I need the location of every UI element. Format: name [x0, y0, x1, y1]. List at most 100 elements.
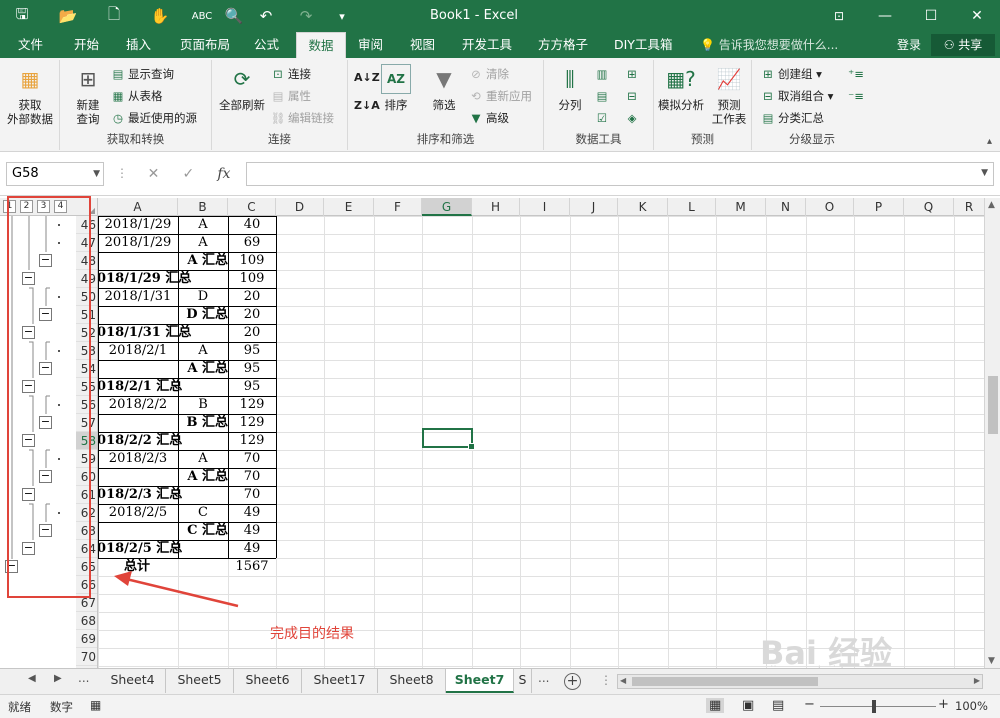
maximize-button[interactable]: ☐: [908, 0, 954, 32]
formula-bar-splitter-icon[interactable]: ⋮: [116, 166, 128, 180]
tab-developer[interactable]: 开发工具: [458, 32, 516, 58]
cell-c53[interactable]: 95: [230, 342, 274, 360]
horizontal-scrollbar[interactable]: ◀ ▶: [617, 674, 983, 689]
new-query-button[interactable]: ⊞ 新建 查询: [64, 64, 112, 126]
cell-a65[interactable]: 总计: [124, 558, 184, 576]
worksheet-grid[interactable]: 2018/1/29 A 40 2018/1/29 A 69 A 汇总 109 2018/1/29…: [98, 216, 984, 668]
collapse-ribbon-icon[interactable]: ▴: [987, 136, 992, 147]
properties-button[interactable]: ▤ 属性: [270, 86, 311, 106]
column-header-m[interactable]: M: [716, 198, 766, 216]
cell-a53[interactable]: 2018/2/1: [100, 342, 176, 360]
show-detail-icon[interactable]: ⁺≡: [848, 64, 866, 84]
column-header-d[interactable]: D: [276, 198, 324, 216]
column-header-i[interactable]: I: [520, 198, 570, 216]
cell-b46[interactable]: A: [180, 216, 226, 234]
cell-b56[interactable]: B: [180, 396, 226, 414]
insert-function-icon[interactable]: fx: [217, 166, 230, 182]
advanced-filter-button[interactable]: ▼ 高级: [468, 108, 509, 128]
share-button[interactable]: ⚇ 共享: [931, 34, 995, 56]
cell-c49[interactable]: 109: [230, 270, 274, 288]
name-box[interactable]: G58 ▼: [6, 162, 104, 186]
cell-a64[interactable]: 2018/2/5 汇总: [98, 540, 228, 558]
cell-a59[interactable]: 2018/2/3: [100, 450, 176, 468]
horizontal-scroll-thumb[interactable]: [632, 677, 818, 686]
cell-c63[interactable]: 49: [230, 522, 274, 540]
cell-b60[interactable]: A 汇总: [118, 468, 228, 486]
flash-fill-icon[interactable]: ▥: [594, 64, 612, 84]
enter-icon[interactable]: ✓: [182, 166, 194, 182]
zoom-level[interactable]: 100%: [955, 699, 988, 713]
sheet-tab-truncated[interactable]: S: [514, 669, 532, 693]
text-to-columns-button[interactable]: ⫼ 分列: [550, 64, 590, 112]
cell-b47[interactable]: A: [180, 234, 226, 252]
consolidate-icon[interactable]: ⊞: [624, 64, 642, 84]
cell-c59[interactable]: 70: [230, 450, 274, 468]
scroll-right-icon[interactable]: ▶: [974, 676, 980, 685]
cell-c57[interactable]: 129: [230, 414, 274, 432]
vertical-scrollbar[interactable]: ▲ ▼: [984, 198, 1000, 668]
cell-c62[interactable]: 49: [230, 504, 274, 522]
cell-b50[interactable]: D: [180, 288, 226, 306]
more-sheets-icon[interactable]: ...: [78, 671, 89, 685]
refresh-all-button[interactable]: ⟳ 全部刷新: [216, 64, 268, 112]
cell-a50[interactable]: 2018/1/31: [100, 288, 176, 306]
macro-record-icon[interactable]: ▦: [90, 698, 101, 712]
zoom-slider[interactable]: [820, 706, 936, 707]
connections-button[interactable]: ⊡ 连接: [270, 64, 311, 84]
remove-duplicates-icon[interactable]: ▤: [594, 86, 612, 106]
scroll-down-icon[interactable]: ▼: [988, 656, 995, 666]
tab-formulas[interactable]: 公式: [250, 32, 283, 58]
cell-a49[interactable]: 2018/1/29 汇总: [98, 270, 228, 288]
expand-formula-icon[interactable]: ▼: [981, 168, 988, 178]
normal-view-icon[interactable]: ▦: [706, 698, 725, 713]
tab-file[interactable]: 文件: [14, 32, 47, 58]
what-if-button[interactable]: ▦? 模拟分析: [656, 64, 706, 112]
sheet-tab-sheet5[interactable]: Sheet5: [166, 669, 234, 693]
cell-c48[interactable]: 109: [230, 252, 274, 270]
selected-cell-g58[interactable]: [422, 428, 475, 450]
cell-a47[interactable]: 2018/1/29: [100, 234, 176, 252]
data-model-icon[interactable]: ◈: [624, 108, 642, 128]
cell-a46[interactable]: 2018/1/29: [100, 216, 176, 234]
cell-c47[interactable]: 69: [230, 234, 274, 252]
login-link[interactable]: 登录: [897, 32, 921, 58]
more-sheets-right-icon[interactable]: ...: [538, 671, 549, 685]
zoom-out-icon[interactable]: −: [804, 697, 815, 712]
recent-sources-button[interactable]: ◷ 最近使用的源: [110, 108, 197, 128]
tab-page-layout[interactable]: 页面布局: [176, 32, 234, 58]
column-header-l[interactable]: L: [668, 198, 716, 216]
scroll-left-icon[interactable]: ◀: [620, 676, 626, 685]
page-break-view-icon[interactable]: ▤: [772, 698, 784, 713]
cell-b57[interactable]: B 汇总: [118, 414, 228, 432]
prev-sheet-icon[interactable]: ◀: [28, 673, 36, 684]
cell-b48[interactable]: A 汇总: [118, 252, 228, 270]
filter-button[interactable]: ▼ 筛选: [426, 64, 462, 112]
cell-b62[interactable]: C: [180, 504, 226, 522]
cell-a52[interactable]: 2018/1/31 汇总: [98, 324, 228, 342]
tab-home[interactable]: 开始: [70, 32, 103, 58]
tab-splitter-icon[interactable]: ⋮: [600, 673, 612, 687]
relationships-icon[interactable]: ⊟: [624, 86, 642, 106]
ungroup-button[interactable]: ⊟ 取消组合 ▾: [760, 86, 833, 106]
cell-c64[interactable]: 49: [230, 540, 274, 558]
column-header-p[interactable]: P: [854, 198, 904, 216]
cell-a55[interactable]: 2018/2/1 汇总: [98, 378, 228, 396]
column-header-h[interactable]: H: [472, 198, 520, 216]
column-header-j[interactable]: J: [570, 198, 618, 216]
customize-qat-icon[interactable]: ▾: [328, 0, 356, 32]
vertical-scroll-thumb[interactable]: [988, 376, 998, 434]
cell-c56[interactable]: 129: [230, 396, 274, 414]
column-header-g[interactable]: G: [422, 198, 472, 216]
column-header-q[interactable]: Q: [904, 198, 954, 216]
column-header-f[interactable]: F: [374, 198, 422, 216]
row-header-68[interactable]: 68: [76, 612, 97, 630]
reapply-button[interactable]: ⟲ 重新应用: [468, 86, 532, 106]
data-validation-icon[interactable]: ☑: [594, 108, 612, 128]
forecast-sheet-button[interactable]: 📈 预测 工作表: [708, 64, 750, 126]
column-header-a[interactable]: A: [98, 198, 178, 216]
save-icon[interactable]: 🖫: [8, 0, 36, 32]
cell-b54[interactable]: A 汇总: [118, 360, 228, 378]
minimize-button[interactable]: —: [862, 0, 908, 32]
tab-fangfang[interactable]: 方方格子: [534, 32, 592, 58]
undo-icon[interactable]: ↶: [252, 0, 280, 32]
